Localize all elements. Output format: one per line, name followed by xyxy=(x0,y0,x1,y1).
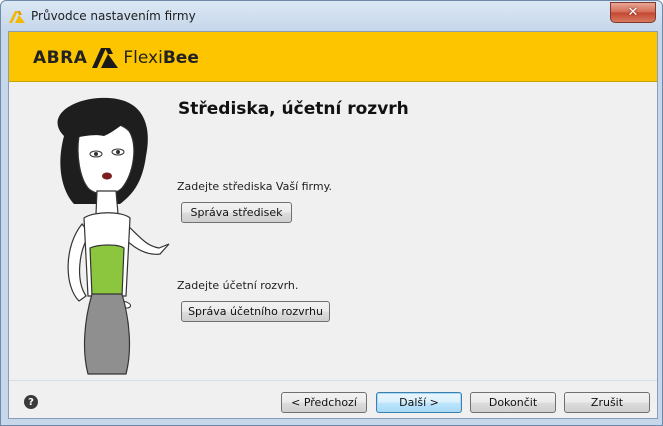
wizard-window: Průvodce nastavením firmy ✕ ABRA Flexi Be… xyxy=(0,0,663,426)
assistant-illustration xyxy=(57,97,170,375)
next-button[interactable]: Další > xyxy=(376,392,462,413)
abra-flexibee-icon xyxy=(9,11,25,23)
logo-mark-icon xyxy=(92,48,119,68)
cost-centers-prompt: Zadejte střediska Vaší firmy. xyxy=(177,180,333,193)
footer-separator xyxy=(9,380,657,381)
abra-flexibee-logo: ABRA Flexi Bee xyxy=(33,46,199,70)
manage-cost-centers-button[interactable]: Správa středisek xyxy=(181,202,292,223)
logo-abra-text: ABRA xyxy=(33,48,88,68)
page-title: Střediska, účetní rozvrh xyxy=(178,99,409,119)
close-button[interactable]: ✕ xyxy=(610,2,656,23)
window-title: Průvodce nastavením firmy xyxy=(31,9,196,23)
help-icon[interactable]: ? xyxy=(24,395,38,409)
wizard-client-area: ABRA Flexi Bee Střediska, účetní rozvrh … xyxy=(8,31,658,419)
close-icon: ✕ xyxy=(627,5,639,20)
finish-button[interactable]: Dokončit xyxy=(470,392,556,413)
cancel-button[interactable]: Zrušit xyxy=(564,392,650,413)
manage-chart-of-accounts-button[interactable]: Správa účetního rozvrhu xyxy=(181,301,330,322)
brand-banner: ABRA Flexi Bee xyxy=(9,32,657,82)
logo-bee-text: Bee xyxy=(162,48,199,68)
previous-button[interactable]: < Předchozí xyxy=(281,392,367,413)
title-bar[interactable]: Průvodce nastavením firmy ✕ xyxy=(1,1,662,31)
chart-of-accounts-prompt: Zadejte účetní rozvrh. xyxy=(177,279,299,292)
logo-flexi-text: Flexi xyxy=(123,48,163,68)
